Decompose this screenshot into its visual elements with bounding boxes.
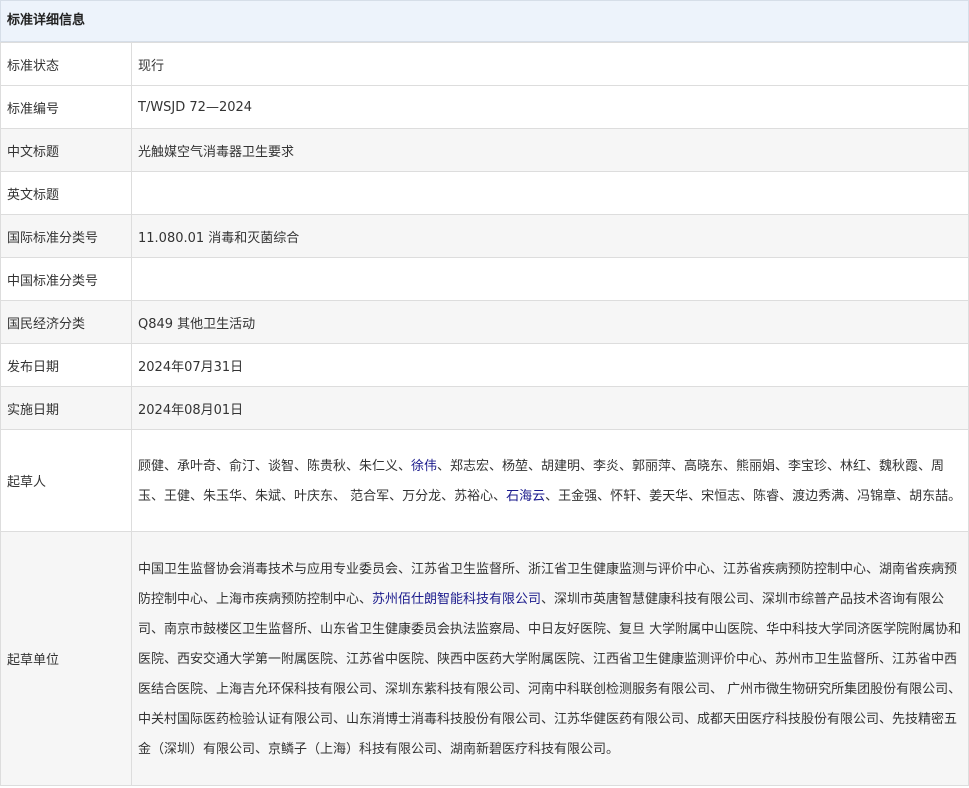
standard-details-panel: 标准详细信息 标准状态 现行 标准编号 T/WSJD 72—2024 中文标题 … [0, 0, 969, 786]
row-en-title: 英文标题 [0, 171, 969, 215]
panel-title: 标准详细信息 [0, 0, 969, 42]
publish-date-label: 发布日期 [0, 343, 132, 387]
row-drafters: 起草人 顾健、承叶奇、俞汀、谈智、陈贵秋、朱仁义、徐伟、郑志宏、杨堃、胡建明、李… [0, 429, 969, 532]
economy-label: 国民经济分类 [0, 300, 132, 344]
row-status: 标准状态 现行 [0, 42, 969, 86]
en-title-label: 英文标题 [0, 171, 132, 215]
drafter-link-shi-haiyun[interactable]: 石海云 [506, 489, 545, 504]
drafters-value: 顾健、承叶奇、俞汀、谈智、陈贵秋、朱仁义、徐伟、郑志宏、杨堃、胡建明、李炎、郭丽… [131, 429, 969, 532]
economy-value: Q849 其他卫生活动 [131, 300, 969, 344]
status-label: 标准状态 [0, 42, 132, 86]
row-ccs: 中国标准分类号 [0, 257, 969, 301]
cn-title-value: 光触媒空气消毒器卫生要求 [131, 128, 969, 172]
row-number: 标准编号 T/WSJD 72—2024 [0, 85, 969, 129]
ccs-value [131, 257, 969, 301]
number-value: T/WSJD 72—2024 [131, 85, 969, 129]
row-drafting-units: 起草单位 中国卫生监督协会消毒技术与应用专业委员会、江苏省卫生监督所、浙江省卫生… [0, 531, 969, 786]
unit-link-suzhou-baishilang[interactable]: 苏州佰仕朗智能科技有限公司 [372, 592, 541, 607]
cn-title-label: 中文标题 [0, 128, 132, 172]
drafting-units-value: 中国卫生监督协会消毒技术与应用专业委员会、江苏省卫生监督所、浙江省卫生健康监测与… [131, 531, 969, 786]
drafter-link-xu-wei[interactable]: 徐伟 [411, 459, 437, 474]
number-label: 标准编号 [0, 85, 132, 129]
drafters-text-1: 顾健、承叶奇、俞汀、谈智、陈贵秋、朱仁义、 [138, 458, 412, 474]
ics-value: 11.080.01 消毒和灭菌综合 [131, 214, 969, 258]
row-implement-date: 实施日期 2024年08月01日 [0, 386, 969, 430]
en-title-value [131, 171, 969, 215]
status-value: 现行 [131, 42, 969, 86]
implement-date-value: 2024年08月01日 [131, 386, 969, 430]
drafters-text-3: 、王金强、怀轩、姜天华、宋恒志、陈睿、渡边秀满、冯锦章、胡东喆。 [545, 488, 962, 504]
row-cn-title: 中文标题 光触媒空气消毒器卫生要求 [0, 128, 969, 172]
ccs-label: 中国标准分类号 [0, 257, 132, 301]
drafting-units-label: 起草单位 [0, 531, 132, 786]
drafters-label: 起草人 [0, 429, 132, 532]
ics-label: 国际标准分类号 [0, 214, 132, 258]
row-economy: 国民经济分类 Q849 其他卫生活动 [0, 300, 969, 344]
implement-date-label: 实施日期 [0, 386, 132, 430]
units-text-2: 、深圳市英唐智慧健康科技有限公司、深圳市综普产品技术咨询有限公司、南京市鼓楼区卫… [138, 591, 962, 757]
publish-date-value: 2024年07月31日 [131, 343, 969, 387]
details-table: 标准状态 现行 标准编号 T/WSJD 72—2024 中文标题 光触媒空气消毒… [0, 42, 969, 786]
row-ics: 国际标准分类号 11.080.01 消毒和灭菌综合 [0, 214, 969, 258]
row-publish-date: 发布日期 2024年07月31日 [0, 343, 969, 387]
